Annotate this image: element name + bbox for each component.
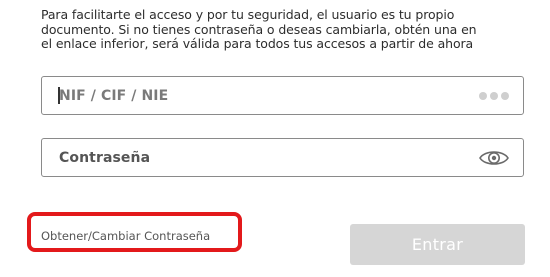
enter-button[interactable]: Entrar: [350, 224, 525, 265]
dots-icon: [479, 92, 509, 100]
nif-placeholder: NIF / CIF / NIE: [59, 88, 169, 104]
intro-text: Para facilitarte el acceso y por tu segu…: [41, 7, 531, 52]
nif-input[interactable]: NIF / CIF / NIE: [41, 76, 524, 115]
password-placeholder: Contraseña: [59, 150, 151, 166]
intro-line-3: el enlace inferior, será válida para tod…: [41, 36, 474, 51]
eye-icon[interactable]: [478, 148, 510, 168]
password-input[interactable]: Contraseña: [41, 138, 524, 177]
intro-line-1: Para facilitarte el acceso y por tu segu…: [41, 7, 455, 22]
change-password-link[interactable]: Obtener/Cambiar Contraseña: [41, 229, 210, 243]
intro-line-2: documento. Si no tienes contraseña o des…: [41, 21, 477, 37]
